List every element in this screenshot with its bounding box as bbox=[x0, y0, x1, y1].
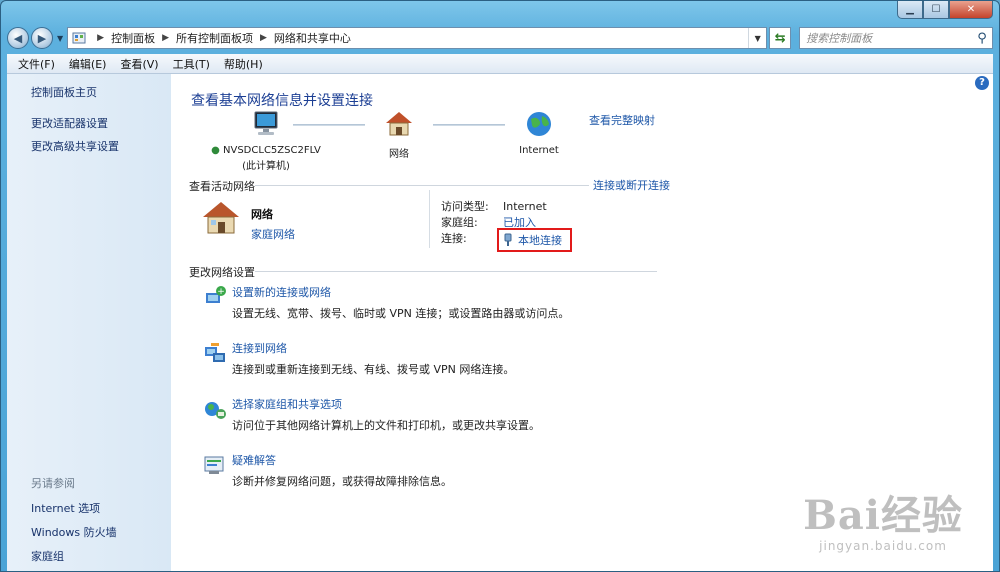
active-networks-header: 查看活动网络 bbox=[189, 180, 255, 193]
address-bar[interactable]: ▶ 控制面板 ▶ 所有控制面板项 ▶ 网络和共享中心 ▼ bbox=[67, 27, 768, 49]
internet-options-link[interactable]: Internet 选项 bbox=[31, 500, 117, 516]
forward-arrow-icon: ▶ bbox=[37, 31, 47, 45]
access-type-label: 访问类型: bbox=[441, 200, 489, 213]
explorer-window: ▁ ☐ ✕ ◀ ▶ ▼ ▶ 控制面板 ▶ 所有控制面板项 ▶ 网络和共享中心 ▼… bbox=[0, 0, 1000, 572]
windows-firewall-link[interactable]: Windows 防火墙 bbox=[31, 524, 117, 540]
maximize-button[interactable]: ☐ bbox=[923, 1, 949, 19]
breadcrumb-control-panel[interactable]: 控制面板 bbox=[111, 30, 155, 46]
task-description: 设置无线、宽带、拨号、临时或 VPN 连接；或设置路由器或访问点。 bbox=[232, 307, 570, 320]
change-settings-header: 更改网络设置 bbox=[189, 266, 255, 279]
network-node-label: 网络 bbox=[389, 149, 409, 160]
svg-text:+: + bbox=[217, 287, 225, 297]
task-homegroup-sharing[interactable]: 选择家庭组和共享选项 访问位于其他网络计算机上的文件和打印机，或更改共享设置。 bbox=[203, 396, 569, 433]
watermark-brand: Bai经验 bbox=[803, 492, 963, 539]
address-dropdown-button[interactable]: ▼ bbox=[748, 28, 766, 48]
access-type-value: Internet bbox=[503, 199, 547, 213]
connect-network-icon bbox=[205, 343, 225, 362]
see-also-header: 另请参阅 bbox=[31, 477, 75, 490]
breadcrumb-separator[interactable]: ▶ bbox=[97, 33, 104, 43]
control-panel-home-link[interactable]: 控制面板主页 bbox=[31, 84, 171, 100]
change-settings-divider bbox=[255, 271, 657, 272]
task-list: + 设置新的连接或网络 设置无线、宽带、拨号、临时或 VPN 连接；或设置路由器或… bbox=[203, 284, 569, 508]
menu-file[interactable]: 文件(F) bbox=[11, 56, 62, 72]
search-placeholder: 搜索控制面板 bbox=[806, 32, 873, 45]
search-icon[interactable]: ⚲ bbox=[972, 31, 992, 46]
menu-bar: 文件(F) 编辑(E) 查看(V) 工具(T) 帮助(H) bbox=[7, 54, 993, 74]
menu-view[interactable]: 查看(V) bbox=[113, 56, 165, 72]
content-area: 控制面板主页 更改适配器设置 更改高级共享设置 另请参阅 Internet 选项… bbox=[7, 74, 993, 571]
minimize-button[interactable]: ▁ bbox=[897, 1, 923, 19]
back-arrow-icon: ◀ bbox=[13, 31, 23, 45]
map-node-internet[interactable]: Internet bbox=[509, 110, 569, 156]
see-also-section: 另请参阅 Internet 选项 Windows 防火墙 家庭组 bbox=[31, 475, 117, 572]
map-connector-1 bbox=[293, 124, 365, 126]
connect-disconnect-link[interactable]: 连接或断开连接 bbox=[593, 177, 670, 193]
active-network-entry: 网络 家庭网络 bbox=[201, 200, 295, 242]
close-button[interactable]: ✕ bbox=[949, 1, 993, 19]
task-connect-network[interactable]: 连接到网络连接到或重新连接到无线、有线、拨号或 VPN 网络连接。 bbox=[203, 340, 569, 377]
main-panel: ? 查看基本网络信息并设置连接 ● NVSDCLC5ZSC2FLV (此计算机)… bbox=[171, 74, 993, 571]
change-advanced-sharing-link[interactable]: 更改高级共享设置 bbox=[31, 138, 171, 154]
refresh-icon: ⇆ bbox=[774, 30, 786, 46]
task-description: 诊断并修复网络问题，或获得故障排除信息。 bbox=[232, 475, 452, 488]
task-title[interactable]: 设置新的连接或网络 bbox=[232, 284, 569, 300]
control-panel-icon bbox=[72, 31, 86, 45]
breadcrumb-separator[interactable]: ▶ bbox=[162, 33, 169, 43]
menu-help[interactable]: 帮助(H) bbox=[217, 56, 270, 72]
back-button[interactable]: ◀ bbox=[7, 27, 29, 49]
active-network-name: 网络 bbox=[251, 208, 273, 221]
internet-node-label: Internet bbox=[519, 145, 559, 156]
homegroup-sharing-icon bbox=[205, 402, 226, 419]
troubleshoot-icon bbox=[204, 456, 224, 474]
menu-tools[interactable]: 工具(T) bbox=[166, 56, 217, 72]
map-node-network[interactable]: 网络 bbox=[369, 110, 429, 160]
task-troubleshoot[interactable]: 疑难解答诊断并修复网络问题，或获得故障排除信息。 bbox=[203, 452, 569, 489]
local-connection-highlight[interactable]: 本地连接 bbox=[497, 227, 572, 252]
task-title[interactable]: 选择家庭组和共享选项 bbox=[232, 396, 540, 412]
network-type-link[interactable]: 家庭网络 bbox=[251, 226, 295, 242]
homegroup-label: 家庭组: bbox=[441, 216, 478, 229]
page-title: 查看基本网络信息并设置连接 bbox=[191, 93, 373, 109]
caption-buttons: ▁ ☐ ✕ bbox=[897, 1, 993, 19]
ethernet-plug-icon bbox=[504, 233, 512, 246]
map-node-computer: ● NVSDCLC5ZSC2FLV (此计算机) bbox=[211, 110, 321, 172]
baidu-watermark: Bai经验 jingyan.baidu.com bbox=[803, 483, 963, 553]
breadcrumb-all-items[interactable]: 所有控制面板项 bbox=[176, 30, 253, 46]
forward-button[interactable]: ▶ bbox=[31, 27, 53, 49]
connection-label: 连接: bbox=[441, 232, 467, 245]
view-full-map-link[interactable]: 查看完整映射 bbox=[589, 112, 655, 128]
home-network-icon bbox=[203, 202, 239, 234]
breadcrumb-network-center[interactable]: 网络和共享中心 bbox=[274, 30, 351, 46]
task-description: 连接到或重新连接到无线、有线、拨号或 VPN 网络连接。 bbox=[232, 363, 515, 376]
map-connector-2 bbox=[433, 124, 505, 126]
breadcrumb-separator[interactable]: ▶ bbox=[260, 33, 267, 43]
task-description: 访问位于其他网络计算机上的文件和打印机，或更改共享设置。 bbox=[232, 419, 540, 432]
network-props-divider bbox=[429, 190, 430, 248]
homegroup-link[interactable]: 家庭组 bbox=[31, 548, 117, 564]
menu-edit[interactable]: 编辑(E) bbox=[62, 56, 114, 72]
task-title[interactable]: 疑难解答 bbox=[232, 452, 452, 468]
search-input[interactable]: 搜索控制面板 ⚲ bbox=[799, 27, 993, 49]
globe-icon bbox=[527, 112, 551, 136]
change-adapter-settings-link[interactable]: 更改适配器设置 bbox=[31, 115, 171, 131]
new-connection-icon: + bbox=[206, 286, 226, 303]
recent-pages-dropdown[interactable]: ▼ bbox=[57, 34, 63, 43]
watermark-url: jingyan.baidu.com bbox=[819, 539, 947, 553]
network-properties: 访问类型: Internet 家庭组: 已加入 连接: 本地连接 bbox=[441, 198, 572, 252]
refresh-button[interactable]: ⇆ bbox=[769, 27, 792, 49]
computer-icon bbox=[254, 111, 278, 135]
computer-name-label: ● NVSDCLC5ZSC2FLV bbox=[211, 145, 321, 156]
task-pane: 控制面板主页 更改适配器设置 更改高级共享设置 另请参阅 Internet 选项… bbox=[7, 74, 171, 571]
computer-sub-label: (此计算机) bbox=[242, 161, 290, 172]
task-title[interactable]: 连接到网络 bbox=[232, 340, 514, 356]
address-row: ◀ ▶ ▼ ▶ 控制面板 ▶ 所有控制面板项 ▶ 网络和共享中心 ▼ ⇆ 搜索控… bbox=[7, 25, 993, 51]
help-icon[interactable]: ? bbox=[975, 76, 989, 90]
local-connection-link[interactable]: 本地连接 bbox=[518, 232, 562, 248]
task-setup-connection[interactable]: + 设置新的连接或网络 设置无线、宽带、拨号、临时或 VPN 连接；或设置路由器或… bbox=[203, 284, 569, 321]
network-globe-small-icon: ● bbox=[211, 145, 220, 156]
house-icon bbox=[386, 112, 412, 136]
active-networks-divider bbox=[255, 185, 589, 186]
